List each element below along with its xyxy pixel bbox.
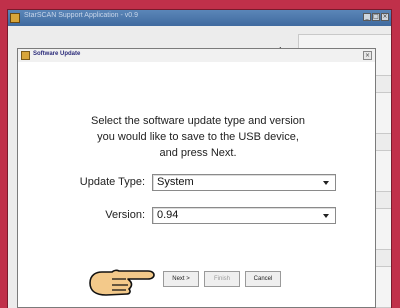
pointing-hand-icon <box>89 269 155 296</box>
dialog-icon <box>21 51 30 60</box>
update-type-label: Update Type: <box>79 176 145 188</box>
version-select[interactable]: 0.94 <box>152 207 336 224</box>
dialog-title: Software Update <box>33 51 81 57</box>
app-title: StarSCAN Support Application - v0.9 <box>24 12 139 19</box>
version-value: 0.94 <box>157 209 179 221</box>
version-label: Version: <box>105 209 145 221</box>
instruction-text: Select the software update type and vers… <box>90 115 306 159</box>
dropdown-arrow-icon <box>323 214 329 218</box>
minimize-button[interactable]: _ <box>363 13 371 21</box>
app-titlebar: StarSCAN Support Application - v0.9 _ □ … <box>8 10 391 26</box>
finish-button[interactable]: Finish <box>204 271 240 287</box>
maximize-button[interactable]: □ <box>372 13 380 21</box>
update-type-value: System <box>157 176 194 188</box>
app-icon <box>10 13 20 23</box>
dialog-titlebar: Software Update × <box>18 49 375 62</box>
close-button[interactable]: × <box>381 13 389 21</box>
dialog-close-button[interactable]: × <box>363 51 372 60</box>
update-type-select[interactable]: System <box>152 174 336 191</box>
cancel-button[interactable]: Cancel <box>245 271 281 287</box>
next-button[interactable]: Next > <box>163 271 199 287</box>
dropdown-arrow-icon <box>323 181 329 185</box>
software-update-dialog: Software Update × Select the software up… <box>17 48 376 308</box>
